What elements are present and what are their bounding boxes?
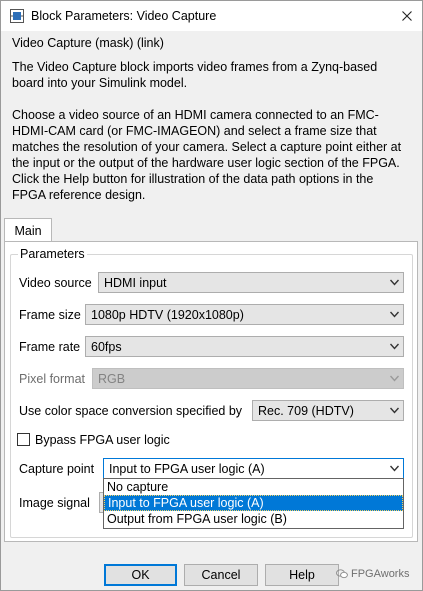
cancel-button[interactable]: Cancel — [184, 564, 258, 586]
pixel-format-select: RGB — [92, 368, 404, 389]
watermark: FPGAworks — [336, 568, 409, 580]
dialog-window: Block Parameters: Video Capture Video Ca… — [0, 0, 423, 591]
capture-point-value: Input to FPGA user logic (A) — [109, 461, 265, 476]
mask-description: The Video Capture block imports video fr… — [12, 59, 410, 203]
chevron-down-icon — [390, 407, 399, 414]
pixel-format-label: Pixel format — [19, 372, 85, 386]
description-paragraph-1: The Video Capture block imports video fr… — [12, 60, 378, 90]
video-source-value: HDMI input — [104, 275, 167, 290]
mask-description-area: Video Capture (mask) (link) The Video Ca… — [12, 35, 412, 203]
chevron-down-icon — [390, 465, 399, 472]
dropdown-option-input-to-fpga[interactable]: Input to FPGA user logic (A) — [104, 495, 403, 511]
frame-rate-select[interactable]: 60fps — [85, 336, 404, 357]
description-paragraph-2: Choose a video source of an HDMI camera … — [12, 108, 402, 202]
watermark-text: FPGAworks — [351, 568, 410, 580]
frame-rate-value: 60fps — [91, 339, 122, 354]
bypass-checkbox[interactable] — [17, 433, 30, 446]
capture-point-select[interactable]: Input to FPGA user logic (A) — [103, 458, 404, 479]
frame-size-value: 1080p HDTV (1920x1080p) — [91, 307, 244, 322]
window-title: Block Parameters: Video Capture — [31, 9, 217, 23]
chevron-down-icon — [390, 343, 399, 350]
title-bar[interactable]: Block Parameters: Video Capture — [1, 1, 422, 31]
mask-title: Video Capture (mask) (link) — [12, 36, 164, 50]
simulink-block-icon — [10, 9, 24, 23]
color-space-select[interactable]: Rec. 709 (HDTV) — [252, 400, 404, 421]
video-source-select[interactable]: HDMI input — [98, 272, 404, 293]
close-icon — [402, 11, 412, 21]
video-source-label: Video source — [19, 276, 92, 290]
frame-size-label: Frame size — [19, 308, 81, 322]
bypass-label[interactable]: Bypass FPGA user logic — [35, 433, 170, 447]
parameters-legend: Parameters — [18, 247, 87, 261]
tab-strip: Main — [4, 218, 52, 242]
chevron-down-icon — [390, 375, 399, 382]
chevron-down-icon — [390, 311, 399, 318]
help-button[interactable]: Help — [265, 564, 339, 586]
dropdown-option-output-from-fpga[interactable]: Output from FPGA user logic (B) — [104, 511, 403, 527]
frame-rate-label: Frame rate — [19, 340, 81, 354]
pixel-format-value: RGB — [98, 371, 126, 386]
color-space-label: Use color space conversion specified by — [19, 404, 243, 418]
image-signal-label: Image signal — [19, 496, 90, 510]
dropdown-option-no-capture[interactable]: No capture — [104, 479, 403, 495]
capture-point-dropdown: No capture Input to FPGA user logic (A) … — [103, 478, 404, 529]
capture-point-label: Capture point — [19, 462, 95, 476]
close-button[interactable] — [392, 1, 422, 31]
frame-size-select[interactable]: 1080p HDTV (1920x1080p) — [85, 304, 404, 325]
ok-button[interactable]: OK — [104, 564, 177, 586]
tab-main[interactable]: Main — [4, 218, 52, 242]
color-space-value: Rec. 709 (HDTV) — [258, 403, 354, 418]
wechat-icon — [336, 569, 348, 579]
chevron-down-icon — [390, 279, 399, 286]
